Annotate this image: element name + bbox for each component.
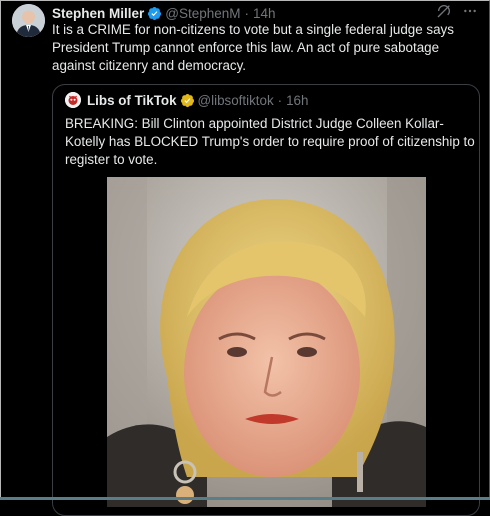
avatar-image — [12, 4, 45, 37]
quote-author-name[interactable]: Libs of TikTok — [87, 93, 177, 108]
tweet-header: Stephen Miller @StephenM · 14h — [52, 4, 478, 22]
quote-header: Libs of TikTok @libsoftiktok · 16h — [65, 92, 308, 108]
quote-avatar[interactable] — [65, 92, 81, 108]
quote-header-separator: · — [277, 92, 283, 108]
tweet-time[interactable]: 14h — [253, 6, 276, 21]
quote-time[interactable]: 16h — [286, 93, 308, 108]
tweet-actions — [436, 3, 478, 19]
quote-avatar-image — [65, 92, 81, 108]
grok-icon[interactable] — [436, 3, 452, 19]
author-handle[interactable]: @StephenM — [165, 6, 240, 21]
tweet-text: It is a CRIME for non-citizens to vote b… — [52, 22, 454, 73]
quoted-tweet[interactable]: Libs of TikTok @libsoftiktok · 16h BREAK… — [52, 84, 480, 516]
quote-photo[interactable] — [107, 177, 426, 507]
verified-gold-icon — [180, 93, 194, 107]
photo-image — [107, 177, 426, 507]
more-icon[interactable] — [462, 3, 478, 19]
quote-text: BREAKING: Bill Clinton appointed Distric… — [65, 116, 475, 167]
author-avatar[interactable] — [12, 4, 45, 37]
quote-author-handle[interactable]: @libsoftiktok — [198, 93, 274, 108]
header-separator: · — [244, 5, 250, 21]
verified-icon — [148, 6, 162, 20]
author-name[interactable]: Stephen Miller — [52, 6, 144, 21]
